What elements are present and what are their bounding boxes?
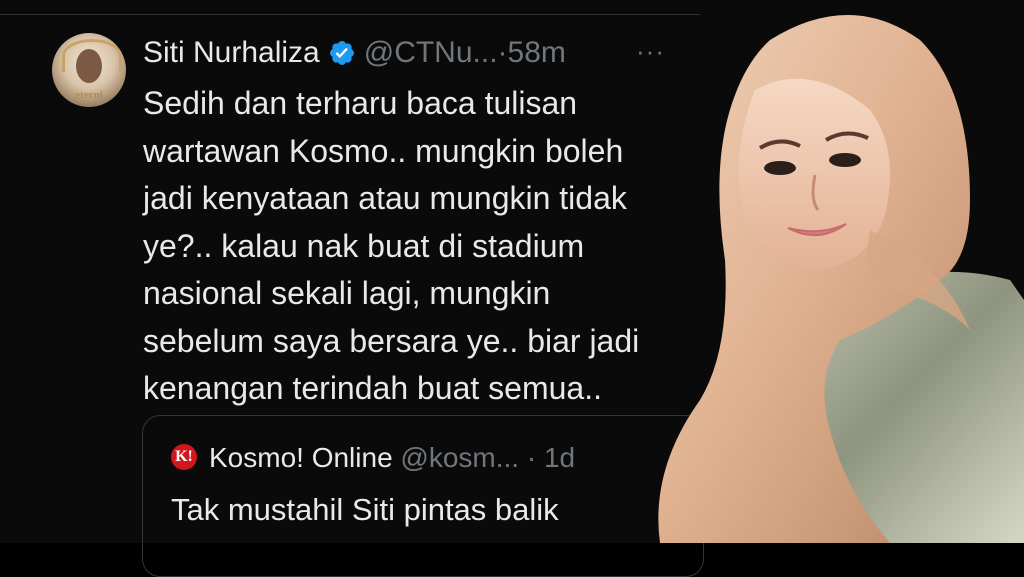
kosmo-logo-icon: K! (171, 444, 197, 470)
avatar-face (76, 49, 102, 83)
user-handle[interactable]: @CTNu... (364, 36, 498, 70)
tweet-header: Siti Nurhaliza @CTNu... · 58m (143, 33, 566, 73)
tweet-text-line: ye?.. kalau nak buat di stadium (143, 227, 585, 264)
verified-badge-icon (328, 39, 356, 67)
display-name[interactable]: Siti Nurhaliza (143, 36, 320, 70)
timestamp[interactable]: 58m (508, 36, 566, 70)
tweet-text-line: sebelum saya bersara ye.. biar jadi (143, 322, 640, 359)
eye (829, 153, 861, 167)
tweet-text-line: kenangan terindah buat semua.. (143, 370, 602, 406)
quoted-timestamp: 1d (543, 442, 576, 473)
tweet-text-line: Sedih dan terharu baca tulisan (143, 85, 578, 121)
tweet-text-line: wartawan Kosmo.. mungkin boleh (143, 132, 624, 169)
avatar[interactable]: eterni (52, 33, 126, 107)
quoted-tweet-card[interactable]: K! Kosmo! Online @kosm... · 1d Tak musta… (142, 415, 704, 577)
separator-dot: · (497, 36, 508, 69)
quoted-tweet-header: Kosmo! Online @kosm... · 1d (209, 442, 575, 474)
eye (764, 161, 796, 175)
quoted-handle: @kosm... (400, 442, 520, 473)
quoted-tweet-text: Tak mustahil Siti pintas balik (171, 492, 559, 527)
avatar-badge-text: eterni (75, 89, 103, 101)
quoted-display-name: Kosmo! Online (209, 442, 393, 473)
screenshot-frame: eterni Siti Nurhaliza @CTNu... · 58m ···… (0, 0, 1024, 577)
tweet-text-line: jadi kenyataan atau mungkin tidak (143, 180, 627, 216)
tweet-text-line: nasional sekali lagi, mungkin (143, 275, 551, 311)
tweet-text: Sedih dan terharu baca tulisan wartawan … (143, 80, 663, 413)
portrait-photo (658, 15, 1024, 543)
divider (0, 14, 700, 15)
separator-dot: · (526, 442, 537, 473)
